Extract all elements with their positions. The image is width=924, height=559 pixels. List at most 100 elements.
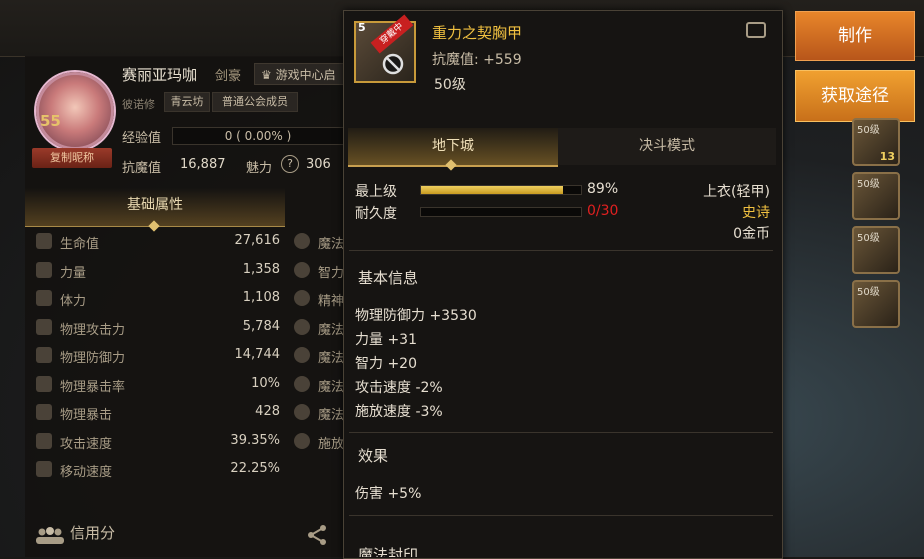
charm-value: 306 (306, 157, 331, 172)
character-name: 赛丽亚玛咖 (122, 66, 198, 84)
crown-icon: ♛ (261, 68, 276, 82)
stat-row: 体力 1,108 (34, 288, 284, 310)
stat-label: 魔法 (318, 351, 344, 366)
stat-row: 移动速度 22.25% (34, 459, 284, 481)
item-name: 重力之契胸甲 (432, 24, 523, 42)
stat-icon (294, 290, 310, 306)
stat-value: 27,616 (234, 233, 281, 248)
tab-duel[interactable]: 决斗模式 (558, 128, 776, 165)
slot-level: 50级 (857, 125, 880, 136)
stat-row: 精神 (294, 288, 344, 310)
equipment-slot[interactable]: 50级 (852, 280, 900, 328)
stat-icon (36, 318, 52, 335)
durability-value: 0/30 (587, 203, 619, 219)
game-center-label: 游戏中心启 (275, 68, 336, 82)
stat-row: 魔法 (294, 402, 344, 424)
stat-row: 攻击速度 39.35% (34, 431, 284, 453)
stat-label: 物理暴击 (60, 408, 113, 423)
basic-attribute: 物理防御力 +3530 (355, 308, 477, 324)
stat-value: 39.35% (230, 432, 280, 448)
server-badge: 青云坊 (164, 92, 210, 112)
stat-label: 力量 (60, 265, 87, 281)
anti-magic-value: 16,887 (180, 157, 226, 172)
slot-count: 13 (879, 150, 895, 163)
basic-attribute: 施放速度 -3% (355, 404, 443, 420)
stat-value: 22.25% (230, 461, 280, 476)
stat-label: 魔法 (318, 237, 344, 252)
stat-icon (294, 404, 310, 420)
stat-row: 物理暴击 428 (34, 402, 284, 424)
rarity: 史诗 (742, 205, 770, 221)
stat-value: 428 (255, 404, 280, 419)
slot-level: 50级 (857, 233, 880, 244)
basic-attribute: 智力 +20 (355, 356, 417, 372)
item-level: 50级 (434, 77, 466, 93)
equipment-slot[interactable]: 50级 (852, 172, 900, 220)
stat-row: 施放 (294, 431, 344, 453)
upgrade-value: 89% (587, 181, 619, 197)
equipment-slot[interactable]: 50级 13 (852, 118, 900, 166)
get-route-button[interactable]: 获取途径 (795, 70, 915, 122)
stat-label: 魔法 (318, 408, 344, 423)
export-icon[interactable] (746, 22, 766, 38)
charm-label: 魅力 (246, 161, 273, 176)
upgrade-label: 最上级 (355, 184, 397, 200)
help-icon[interactable]: ? (281, 155, 299, 173)
stat-row: 力量 1,358 (34, 260, 284, 282)
anti-magic-label: 抗魔值 (122, 161, 162, 176)
stat-icon (36, 261, 52, 278)
stat-icon (294, 261, 310, 278)
section-basic-info: 基本信息 (358, 269, 419, 287)
equipment-slot[interactable]: 50级 (852, 226, 900, 274)
game-center-button[interactable]: ♛ 游戏中心启 (254, 63, 344, 85)
item-thumbnail: 5 穿戴中 (354, 14, 416, 83)
stat-value: 10% (251, 375, 280, 391)
section-magic-seal: 魔法封印 (358, 546, 419, 557)
stat-value: 1,358 (242, 261, 280, 277)
stat-row: 魔法 (294, 374, 344, 396)
stat-label: 移动速度 (60, 465, 113, 480)
slot-type: 上衣(轻甲) (703, 184, 770, 200)
stat-value: 5,784 (242, 318, 280, 334)
stat-icon (294, 318, 310, 335)
level-badge: 55 (40, 112, 61, 130)
exp-label: 经验值 (122, 131, 162, 146)
stat-label: 物理防御力 (60, 351, 126, 366)
stat-row: 物理暴击率 10% (34, 374, 284, 396)
divider (349, 250, 773, 251)
effect-attribute: 伤害 +5% (355, 486, 422, 502)
credit-users-icon (36, 526, 64, 544)
forbidden-icon (382, 53, 404, 75)
divider (349, 515, 773, 516)
stat-icon (36, 461, 52, 477)
stat-row: 物理攻击力 5,784 (34, 317, 284, 339)
stat-icon (36, 375, 52, 392)
stat-label: 施放 (318, 436, 344, 452)
stat-label: 魔法 (318, 322, 344, 338)
stat-label: 物理攻击力 (60, 322, 126, 338)
stat-icon (36, 404, 52, 420)
stat-row: 物理防御力 14,744 (34, 345, 284, 367)
section-effect: 效果 (358, 447, 389, 465)
copy-nickname-button[interactable]: 复制昵称 (32, 148, 112, 168)
stat-icon (294, 432, 310, 449)
stat-label: 魔法 (318, 379, 344, 395)
price: 0金币 (733, 226, 770, 242)
upgrade-bar (420, 185, 582, 195)
stat-value: 1,108 (242, 290, 280, 305)
divider (349, 432, 773, 433)
exp-bar: 0 ( 0.00% ) (172, 127, 344, 145)
stat-label: 物理暴击率 (60, 379, 126, 395)
stat-label: 攻击速度 (60, 436, 113, 452)
credit-score-label[interactable]: 信用分 (70, 522, 115, 543)
character-class: 剑豪 (215, 69, 242, 84)
equipped-badge: 穿戴中 (370, 14, 414, 54)
make-button[interactable]: 制作 (795, 11, 915, 61)
stat-label: 精神 (318, 294, 344, 309)
stat-label: 智力 (318, 265, 344, 281)
stat-row: 生命值 27,616 (34, 231, 284, 253)
share-icon[interactable] (306, 524, 328, 546)
avatar[interactable] (36, 72, 114, 150)
upgrade-bar-fill (421, 186, 564, 194)
stat-icon (36, 233, 52, 249)
